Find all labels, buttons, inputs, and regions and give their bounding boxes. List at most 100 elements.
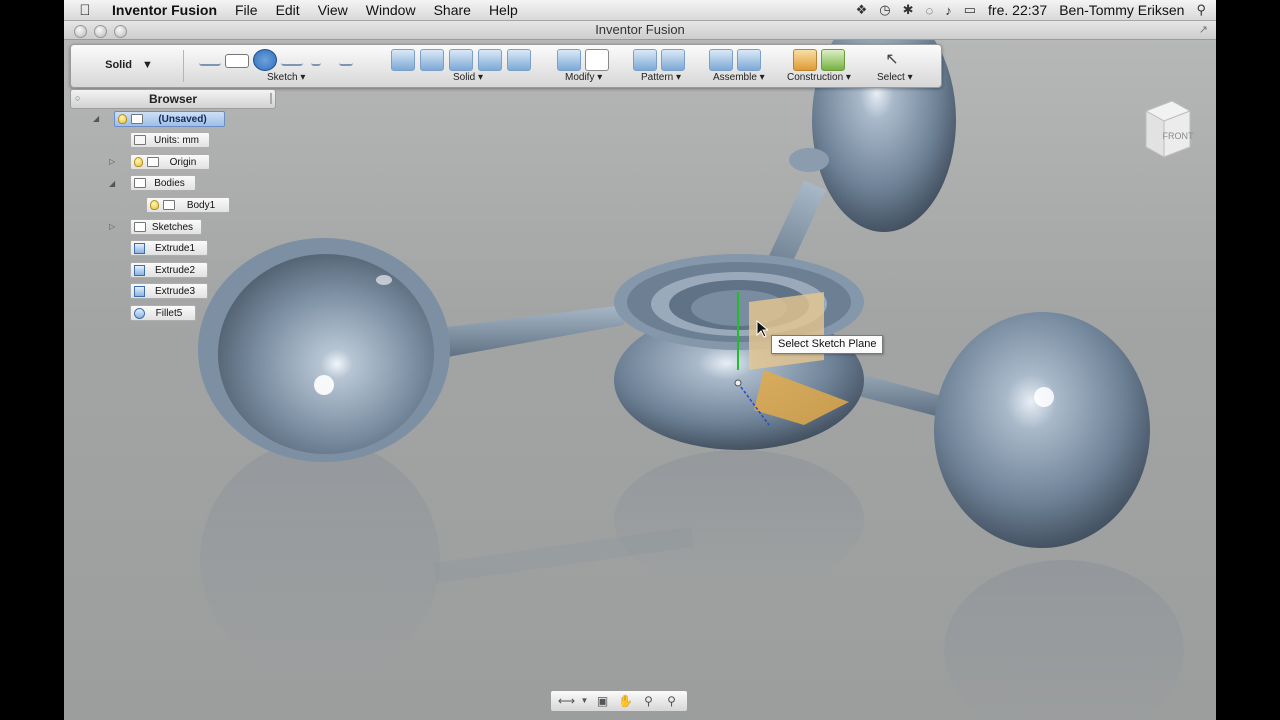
project-icon[interactable] <box>339 54 353 66</box>
mouse-cursor-icon <box>756 320 768 338</box>
ribbon-toolbar: Solid ▼ Sketch ▾ Solid ▾ Modify ▾ Patter… <box>70 44 942 88</box>
collapse-toggle-icon[interactable]: ◢ <box>109 179 115 188</box>
window-title: Inventor Fusion <box>595 22 685 37</box>
solid-group-label[interactable]: Solid ▾ <box>453 72 483 83</box>
wifi-icon[interactable]: ◌ <box>926 3 934 18</box>
tree-item-origin[interactable]: Origin <box>130 154 210 170</box>
dimension-icon[interactable] <box>281 54 303 66</box>
component-icon[interactable] <box>737 49 761 71</box>
box-icon[interactable] <box>391 49 415 71</box>
visibility-bulb-icon[interactable] <box>150 200 159 210</box>
select-group-label[interactable]: Select ▾ <box>877 72 913 83</box>
cup-right[interactable] <box>934 312 1150 548</box>
orbit-icon[interactable]: ⟷ <box>558 692 576 710</box>
rectangle-icon[interactable] <box>225 54 249 68</box>
rectangular-pattern-icon[interactable] <box>633 49 657 71</box>
volume-icon[interactable]: ♪ <box>945 3 952 18</box>
zoom-icon[interactable]: ⚲ <box>640 692 658 710</box>
menu-help[interactable]: Help <box>480 0 527 20</box>
visibility-bulb-icon[interactable] <box>118 114 127 124</box>
extrude-icon[interactable] <box>449 49 473 71</box>
expand-toggle-icon[interactable]: ▷ <box>109 222 115 231</box>
sweep-icon[interactable] <box>507 49 531 71</box>
app-menu[interactable]: Inventor Fusion <box>106 0 226 20</box>
mode-selector[interactable]: Solid ▼ <box>79 51 179 79</box>
tree-item-body1[interactable]: Body1 <box>146 197 230 213</box>
tree-root-unsaved[interactable]: (Unsaved) <box>114 111 225 127</box>
apple-icon[interactable]:  <box>64 2 106 19</box>
zoom-fit-icon[interactable]: ⚲ <box>663 692 681 710</box>
menubar-status-area: ❖ ◷ ✱ ◌ ♪ ▭ fre. 22:37 Ben-Tommy Eriksen… <box>856 2 1216 18</box>
arm-left <box>439 305 624 358</box>
pan-icon[interactable]: ✋ <box>617 692 635 710</box>
spline-icon[interactable] <box>199 54 221 66</box>
joint-icon[interactable] <box>709 49 733 71</box>
toolbar-divider <box>183 50 184 82</box>
resize-grip[interactable] <box>270 93 272 104</box>
tree-item-extrude2[interactable]: Extrude2 <box>130 262 208 278</box>
tooltip: Select Sketch Plane <box>771 335 884 354</box>
work-plane-icon[interactable] <box>793 49 817 71</box>
menu-share[interactable]: Share <box>425 0 480 20</box>
chevron-down-icon[interactable]: ▼ <box>581 692 589 710</box>
revolve-icon[interactable] <box>478 49 502 71</box>
chevron-down-icon: ▼ <box>142 59 153 71</box>
cylinder-icon[interactable] <box>420 49 444 71</box>
screen:  Inventor Fusion File Edit View Window … <box>64 0 1216 720</box>
view-cube-face-label: FRONT <box>1163 131 1194 141</box>
menu-edit[interactable]: Edit <box>267 0 309 20</box>
look-at-icon[interactable]: ▣ <box>594 692 612 710</box>
battery-icon[interactable]: ▭ <box>964 2 976 18</box>
press-pull-icon[interactable] <box>557 49 581 71</box>
clock[interactable]: fre. 22:37 <box>988 2 1047 18</box>
select-cursor-icon[interactable]: ↖ <box>881 49 903 69</box>
3d-model-scene[interactable] <box>64 40 1216 720</box>
tree-item-units[interactable]: Units: mm <box>130 132 210 148</box>
construction-group-label[interactable]: Construction ▾ <box>787 72 851 83</box>
constraint-icon[interactable] <box>311 54 321 66</box>
fullscreen-icon[interactable]: ↗ <box>1199 23 1208 36</box>
sketch-group-label[interactable]: Sketch ▾ <box>267 72 305 83</box>
tree-item-extrude1[interactable]: Extrude1 <box>130 240 208 256</box>
assemble-group-label[interactable]: Assemble ▾ <box>713 72 765 83</box>
user-name[interactable]: Ben-Tommy Eriksen <box>1059 2 1184 18</box>
fillet-feature-icon <box>134 307 145 319</box>
collapse-toggle-icon[interactable]: ◢ <box>93 114 99 123</box>
browser-panel-header[interactable]: ○ Browser <box>70 89 276 109</box>
cup-left[interactable] <box>198 238 450 462</box>
spotlight-search-icon[interactable]: ⚲ <box>1196 2 1206 18</box>
tree-item-sketches[interactable]: Sketches <box>130 219 202 235</box>
body-icon <box>163 200 175 210</box>
document-icon <box>131 114 143 124</box>
3d-viewport[interactable]: FRONT <box>64 40 1216 720</box>
time-machine-icon[interactable]: ◷ <box>879 2 890 18</box>
mac-menu-bar:  Inventor Fusion File Edit View Window … <box>64 0 1216 21</box>
window-title-bar: Inventor Fusion ↗ <box>64 21 1216 40</box>
folder-icon <box>147 157 159 167</box>
dropbox-icon[interactable]: ❖ <box>856 2 868 18</box>
units-icon <box>134 135 146 145</box>
pattern-group-label[interactable]: Pattern ▾ <box>641 72 681 83</box>
view-cube[interactable]: FRONT <box>1138 99 1196 161</box>
tree-item-fillet5[interactable]: Fillet5 <box>130 305 196 321</box>
tree-item-bodies[interactable]: Bodies <box>130 175 196 191</box>
modify-group-label[interactable]: Modify ▾ <box>565 72 602 83</box>
extrude-feature-icon <box>134 242 145 254</box>
expand-toggle-icon[interactable]: ▷ <box>109 157 115 166</box>
move-icon[interactable] <box>585 49 609 71</box>
folder-icon <box>134 222 146 232</box>
sketch-circle-icon[interactable] <box>253 49 277 71</box>
browser-title: Browser <box>148 92 198 106</box>
visibility-bulb-icon[interactable] <box>134 157 143 167</box>
extrude-feature-icon <box>134 285 145 297</box>
mode-label: Solid <box>105 59 132 71</box>
menu-file[interactable]: File <box>226 0 267 20</box>
menu-view[interactable]: View <box>309 0 357 20</box>
menu-window[interactable]: Window <box>357 0 425 20</box>
mirror-icon[interactable] <box>661 49 685 71</box>
tree-item-extrude3[interactable]: Extrude3 <box>130 283 208 299</box>
bluetooth-icon[interactable]: ✱ <box>903 2 914 18</box>
work-axis-icon[interactable] <box>821 49 845 71</box>
extrude-feature-icon <box>134 264 145 276</box>
navigation-bar: ⟷ ▼ ▣ ✋ ⚲ ⚲ <box>550 690 688 712</box>
